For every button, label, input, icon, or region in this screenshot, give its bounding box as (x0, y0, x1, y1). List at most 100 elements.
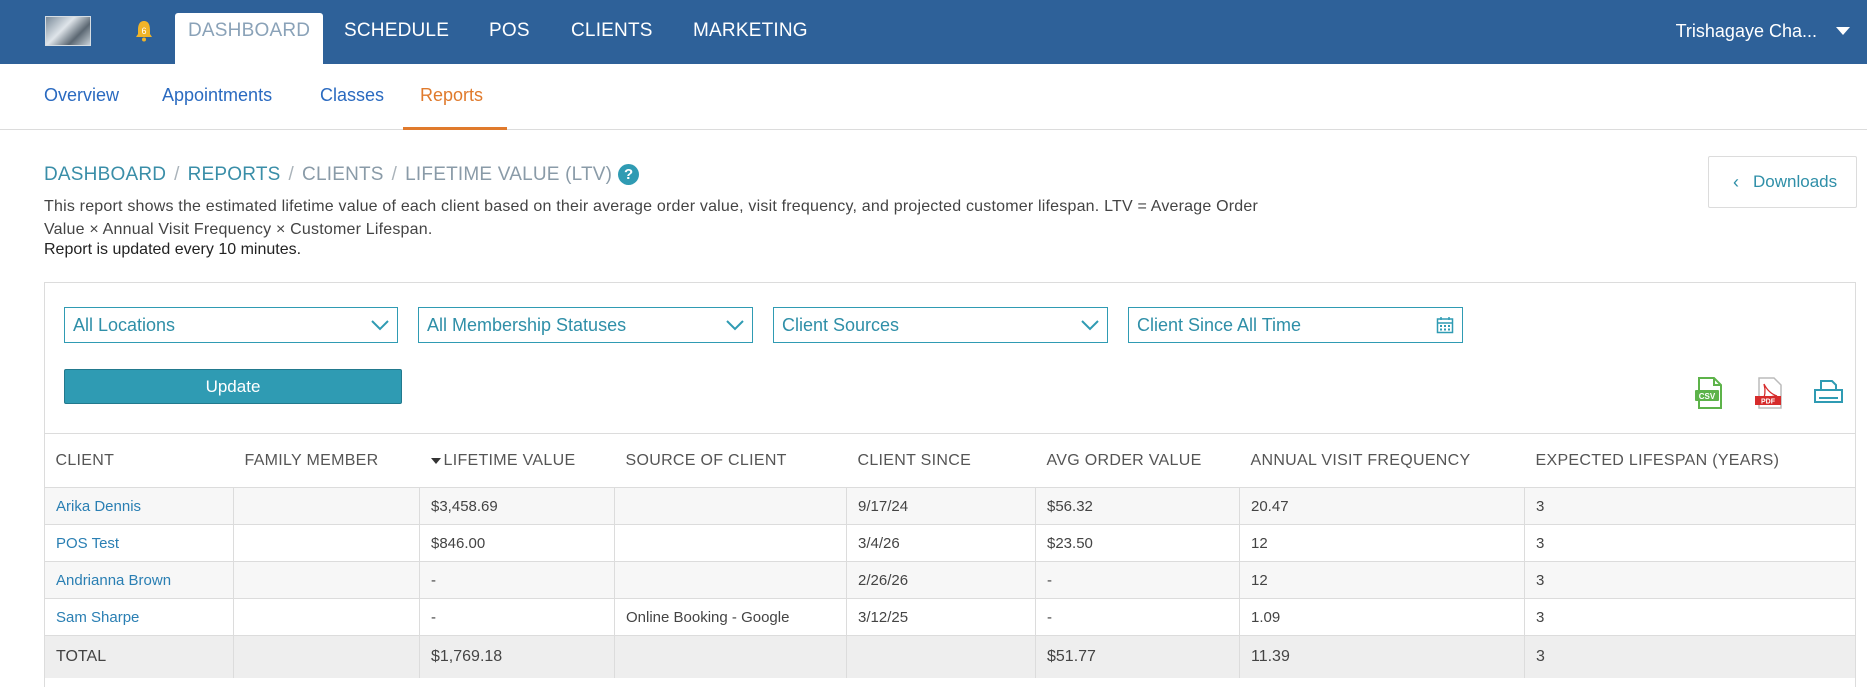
chevron-down-icon[interactable] (1836, 27, 1850, 35)
client-sources-value: Client Sources (782, 315, 900, 335)
table-cell: - (1035, 598, 1240, 636)
location-select[interactable]: All Locations (64, 307, 398, 343)
total-cell (846, 635, 1036, 678)
table-cell: 12 (1239, 524, 1525, 562)
table-row: Sam Sharpe - Online Booking - Google 3/1… (44, 598, 1856, 636)
table-cell: 2/26/26 (846, 561, 1036, 599)
chevron-down-icon (371, 320, 389, 331)
total-cell (614, 635, 847, 678)
table-cell (233, 524, 420, 562)
report-description: This report shows the estimated lifetime… (44, 198, 1259, 238)
table-cell (233, 561, 420, 599)
update-note: Report is updated every 10 minutes. (44, 241, 302, 258)
breadcrumb: DASHBOARD / REPORTS / CLIENTS / LIFETIME VALUE… (44, 164, 640, 186)
location-select-value: All Locations (73, 315, 176, 335)
subnav-overview[interactable]: Overview (44, 64, 119, 130)
svg-text:CSV: CSV (1699, 392, 1716, 401)
client-sources-select[interactable]: Client Sources (773, 307, 1108, 343)
subnav-classes[interactable]: Classes (320, 64, 384, 130)
client-name-link[interactable]: Sam Sharpe (44, 598, 234, 636)
table-cell: - (419, 561, 615, 599)
total-row: TOTAL $1,769.18 $51.77 11.39 3 (44, 635, 1856, 678)
client-since-value: Client Since All Time (1137, 315, 1302, 335)
top-navbar: 6 DASHBOARD SCHEDULE POS CLIENTS MARKETI… (0, 0, 1867, 64)
col-avg-order-value[interactable]: AVG ORDER VALUE (1035, 433, 1240, 488)
sub-navbar: Overview Appointments Classes Reports (0, 64, 1867, 130)
table-row: POS Test $846.00 3/4/26 $23.50 12 3 (44, 524, 1856, 562)
table-cell: 3/4/26 (846, 524, 1036, 562)
help-icon[interactable]: ? (618, 164, 640, 185)
nav-clients[interactable]: CLIENTS (571, 0, 653, 64)
csv-export-icon[interactable]: CSV (1693, 376, 1725, 410)
total-cell: 3 (1524, 635, 1856, 678)
table-cell: 9/17/24 (846, 487, 1036, 525)
business-logo[interactable] (45, 16, 91, 46)
total-cell: $1,769.18 (419, 635, 615, 678)
col-expected-lifespan[interactable]: EXPECTED LIFESPAN (YEARS) (1524, 433, 1856, 488)
table-cell: 3 (1524, 598, 1856, 636)
downloads-button[interactable]: ‹ Downloads (1708, 156, 1857, 208)
svg-text:PDF: PDF (1761, 399, 1776, 406)
table-cell: - (1035, 561, 1240, 599)
sort-desc-icon (430, 457, 441, 464)
total-cell: $51.77 (1035, 635, 1240, 678)
subnav-reports[interactable]: Reports (403, 64, 507, 130)
total-label: TOTAL (44, 635, 234, 678)
membership-select[interactable]: All Membership Statuses (418, 307, 753, 343)
chevron-down-icon (1081, 320, 1099, 331)
table-cell: 3 (1524, 487, 1856, 525)
chevron-down-icon (726, 320, 744, 331)
notification-bell-icon[interactable]: 6 (133, 19, 155, 43)
nav-pos[interactable]: POS (489, 0, 530, 64)
table-cell: $56.32 (1035, 487, 1240, 525)
client-since-date-input[interactable]: Client Since All Time (1128, 307, 1463, 343)
breadcrumb-clients: CLIENTS (302, 164, 384, 185)
table-cell: - (419, 598, 615, 636)
table-row: Arika Dennis $3,458.69 9/17/24 $56.32 20… (44, 487, 1856, 525)
client-name-link[interactable]: POS Test (44, 524, 234, 562)
table-cell: $23.50 (1035, 524, 1240, 562)
table-cell (614, 524, 847, 562)
col-client[interactable]: CLIENT (44, 433, 234, 488)
update-button[interactable]: Update (64, 369, 402, 404)
ltv-report-table: CLIENT FAMILY MEMBER LIFETIME VALUE SOUR… (44, 433, 1856, 678)
table-cell (233, 598, 420, 636)
downloads-label: Downloads (1753, 172, 1838, 191)
table-row: Andrianna Brown - 2/26/26 - 12 3 (44, 561, 1856, 599)
table-cell: 3/12/25 (846, 598, 1036, 636)
table-cell (233, 487, 420, 525)
table-cell: 12 (1239, 561, 1525, 599)
membership-select-value: All Membership Statuses (427, 315, 627, 335)
col-lifetime-value-label: LIFETIME VALUE (443, 451, 576, 469)
breadcrumb-current: LIFETIME VALUE (LTV) (405, 164, 613, 185)
table-cell: 3 (1524, 561, 1856, 599)
total-cell (233, 635, 420, 678)
client-name-link[interactable]: Arika Dennis (44, 487, 234, 525)
col-client-since[interactable]: CLIENT SINCE (846, 433, 1036, 488)
print-icon[interactable] (1812, 376, 1844, 410)
table-cell (614, 561, 847, 599)
subnav-appointments[interactable]: Appointments (162, 64, 272, 130)
table-cell: $846.00 (419, 524, 615, 562)
table-cell (614, 487, 847, 525)
calendar-icon[interactable] (1436, 316, 1454, 334)
total-cell: 11.39 (1239, 635, 1525, 678)
notification-count: 6 (141, 26, 146, 36)
client-name-link[interactable]: Andrianna Brown (44, 561, 234, 599)
col-annual-visit-frequency[interactable]: ANNUAL VISIT FREQUENCY (1239, 433, 1525, 488)
table-cell: 1.09 (1239, 598, 1525, 636)
table-cell: 20.47 (1239, 487, 1525, 525)
nav-marketing[interactable]: MARKETING (693, 0, 808, 64)
col-lifetime-value[interactable]: LIFETIME VALUE (419, 433, 615, 488)
pdf-export-icon[interactable]: PDF (1753, 376, 1785, 410)
col-source[interactable]: SOURCE OF CLIENT (614, 433, 847, 488)
nav-dashboard[interactable]: DASHBOARD (175, 13, 324, 64)
breadcrumb-reports[interactable]: REPORTS (188, 164, 281, 185)
col-family-member[interactable]: FAMILY MEMBER (233, 433, 420, 488)
breadcrumb-dashboard[interactable]: DASHBOARD (44, 164, 166, 185)
table-cell: $3,458.69 (419, 487, 615, 525)
table-header-row: CLIENT FAMILY MEMBER LIFETIME VALUE SOUR… (44, 433, 1856, 488)
nav-schedule[interactable]: SCHEDULE (344, 0, 449, 64)
user-menu[interactable]: Trishagaye Cha... (1676, 0, 1817, 64)
chevron-left-icon: ‹ (1733, 172, 1739, 192)
